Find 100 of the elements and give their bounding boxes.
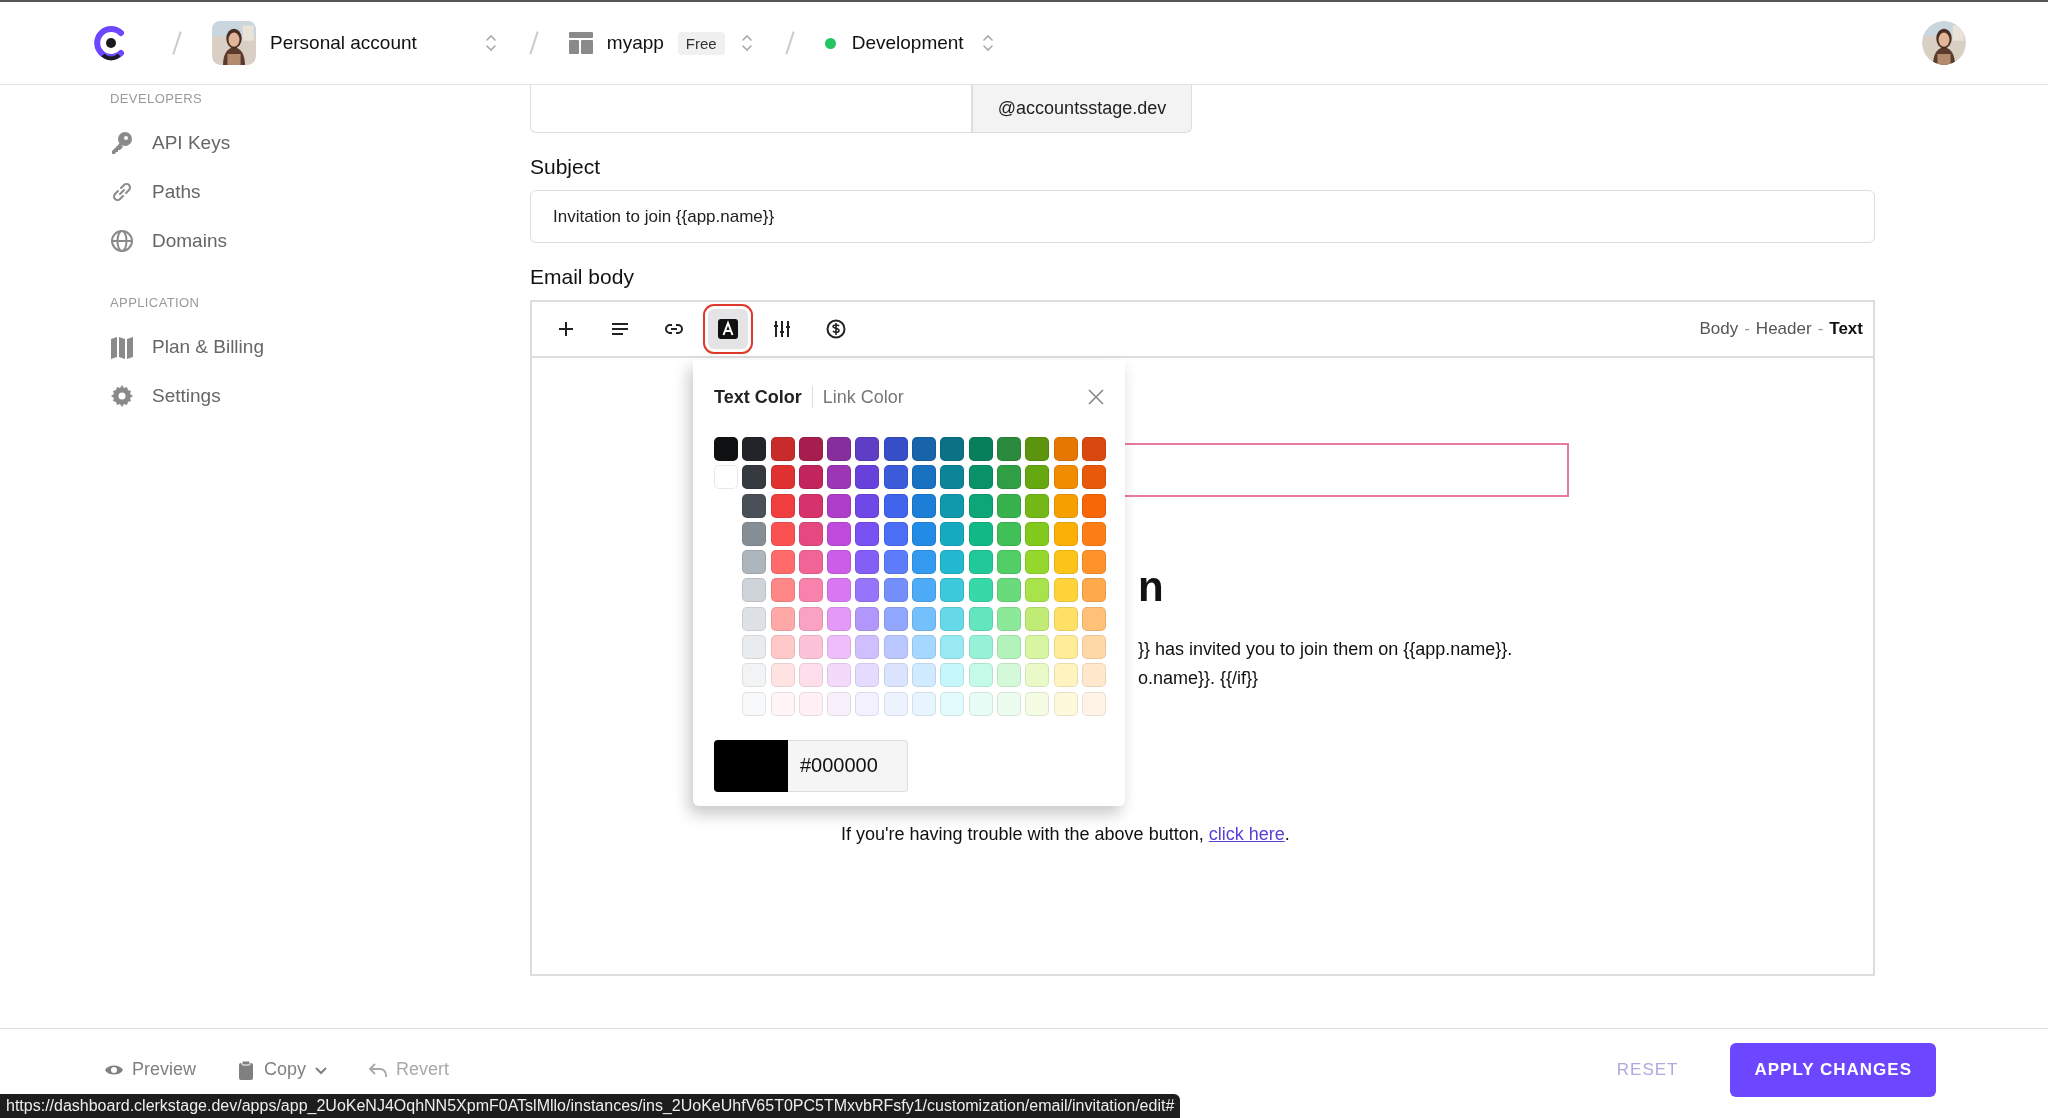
color-swatch[interactable] [1081,465,1106,490]
color-swatch[interactable] [968,691,993,716]
apply-changes-button[interactable]: APPLY CHANGES [1730,1042,1936,1097]
close-button[interactable] [1087,388,1105,406]
color-swatch[interactable] [912,465,937,490]
color-swatch[interactable] [770,578,795,603]
color-swatch[interactable] [883,691,908,716]
color-swatch[interactable] [1025,465,1050,490]
color-swatch[interactable] [855,635,880,660]
color-swatch[interactable] [996,493,1021,518]
color-swatch[interactable] [798,493,823,518]
color-swatch[interactable] [883,550,908,575]
sidebar-item[interactable]: Paths [110,167,420,216]
color-swatch[interactable] [770,521,795,546]
color-swatch[interactable] [798,465,823,490]
color-swatch[interactable] [968,578,993,603]
color-swatch[interactable] [883,606,908,631]
color-swatch[interactable] [1053,437,1078,461]
color-swatch[interactable] [883,521,908,546]
color-swatch[interactable] [1081,550,1106,575]
color-swatch[interactable] [912,437,937,461]
color-swatch[interactable] [996,578,1021,603]
color-swatch[interactable] [1081,691,1106,716]
color-swatch[interactable] [798,691,823,716]
color-swatch[interactable] [912,691,937,716]
color-swatch[interactable] [855,691,880,716]
color-swatch[interactable] [827,691,852,716]
color-swatch[interactable] [940,550,965,575]
color-swatch[interactable] [1025,437,1050,461]
color-swatch[interactable] [1053,578,1078,603]
color-swatch[interactable] [940,691,965,716]
color-swatch[interactable] [912,550,937,575]
color-swatch[interactable] [855,521,880,546]
color-swatch[interactable] [912,606,937,631]
action-button[interactable]: Preview [104,1059,197,1080]
color-swatch[interactable] [883,437,908,461]
color-swatch[interactable] [827,578,852,603]
color-swatch[interactable] [742,465,767,490]
color-swatch[interactable] [798,521,823,546]
color-swatch[interactable] [940,465,965,490]
color-swatch[interactable] [742,437,767,461]
color-swatch[interactable] [996,663,1021,688]
color-swatch[interactable] [1081,635,1106,660]
sidebar-item[interactable]: Settings [110,371,420,420]
color-swatch[interactable] [798,578,823,603]
hex-field[interactable]: #000000 [788,739,908,792]
color-swatch[interactable] [996,521,1021,546]
color-swatch[interactable] [883,635,908,660]
color-swatch[interactable] [855,465,880,490]
color-swatch[interactable] [1053,691,1078,716]
color-swatch[interactable] [912,521,937,546]
breadcrumb-label[interactable]: Personal account [270,32,417,54]
color-swatch[interactable] [1081,521,1106,546]
color-swatch[interactable] [742,635,767,660]
color-swatch[interactable] [1081,606,1106,631]
color-swatch[interactable] [1081,578,1106,603]
color-swatch[interactable] [940,578,965,603]
breadcrumb-label[interactable]: myapp [606,32,664,54]
color-swatch[interactable] [827,663,852,688]
color-swatch[interactable] [883,663,908,688]
color-swatch[interactable] [827,465,852,490]
color-swatch[interactable] [996,606,1021,631]
color-swatch[interactable] [855,606,880,631]
action-button[interactable]: Copy [236,1059,329,1080]
color-swatch[interactable] [968,663,993,688]
color-swatch[interactable] [912,493,937,518]
color-swatch[interactable] [798,437,823,461]
color-swatch[interactable] [770,691,795,716]
color-swatch[interactable] [770,437,795,461]
color-swatch[interactable] [1053,635,1078,660]
color-swatch[interactable] [940,493,965,518]
color-swatch[interactable] [1081,663,1106,688]
color-swatch[interactable] [996,465,1021,490]
input-field[interactable] [530,85,972,133]
color-swatch[interactable] [968,437,993,461]
color-swatch[interactable] [798,606,823,631]
color-swatch[interactable] [996,635,1021,660]
color-swatch[interactable] [827,550,852,575]
tab[interactable]: Link Color [822,386,904,408]
mode-link[interactable]: Body [1699,319,1739,339]
color-swatch[interactable] [1025,550,1050,575]
color-swatch[interactable] [1025,578,1050,603]
color-swatch[interactable] [855,493,880,518]
color-swatch[interactable] [855,550,880,575]
color-swatch[interactable] [940,606,965,631]
color-swatch[interactable] [827,521,852,546]
color-swatch[interactable] [968,550,993,575]
color-swatch[interactable] [1025,691,1050,716]
color-swatch[interactable] [1053,493,1078,518]
sidebar-item[interactable]: API Keys [110,118,420,167]
color-swatch[interactable] [1053,465,1078,490]
color-swatch[interactable] [996,437,1021,461]
color-swatch[interactable] [940,437,965,461]
color-swatch[interactable] [883,578,908,603]
link[interactable]: click here [1208,824,1285,844]
color-swatch[interactable] [770,465,795,490]
color-swatch[interactable] [940,663,965,688]
color-swatch[interactable] [770,606,795,631]
color-swatch[interactable] [1081,493,1106,518]
color-swatch[interactable] [996,550,1021,575]
